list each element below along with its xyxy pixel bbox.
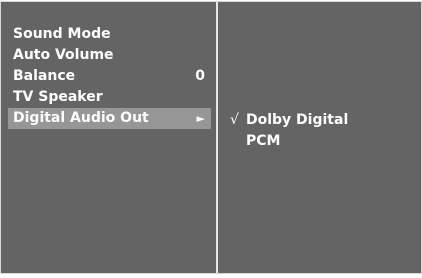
menu-item-balance[interactable]: Balance 0	[8, 66, 211, 87]
menu-item-sound-mode[interactable]: Sound Mode	[8, 24, 211, 45]
option-label: Dolby Digital	[246, 112, 349, 128]
menu-item-auto-volume[interactable]: Auto Volume	[8, 45, 211, 66]
menu-item-label: Auto Volume	[13, 47, 114, 63]
option-label: PCM	[246, 133, 281, 149]
menu-item-label: Digital Audio Out	[13, 110, 149, 126]
menu-item-tv-speaker[interactable]: TV Speaker	[8, 87, 211, 108]
audio-settings-osd: Sound Mode Auto Volume Balance 0 TV Spea…	[0, 1, 422, 274]
balance-value: 0	[195, 68, 205, 84]
option-dolby-digital[interactable]: √ Dolby Digital	[230, 110, 348, 131]
right-arrow-icon: ►	[196, 112, 205, 125]
menu-item-label: Sound Mode	[13, 26, 111, 42]
audio-menu-panel: Sound Mode Auto Volume Balance 0 TV Spea…	[1, 2, 216, 273]
menu-item-label: TV Speaker	[13, 89, 103, 105]
checkmark-icon: √	[230, 112, 239, 128]
menu-item-digital-audio-out[interactable]: Digital Audio Out ►	[8, 108, 211, 129]
digital-audio-out-submenu: √ Dolby Digital PCM	[218, 2, 421, 273]
menu-item-label: Balance	[13, 68, 76, 84]
option-pcm[interactable]: PCM	[230, 131, 280, 152]
